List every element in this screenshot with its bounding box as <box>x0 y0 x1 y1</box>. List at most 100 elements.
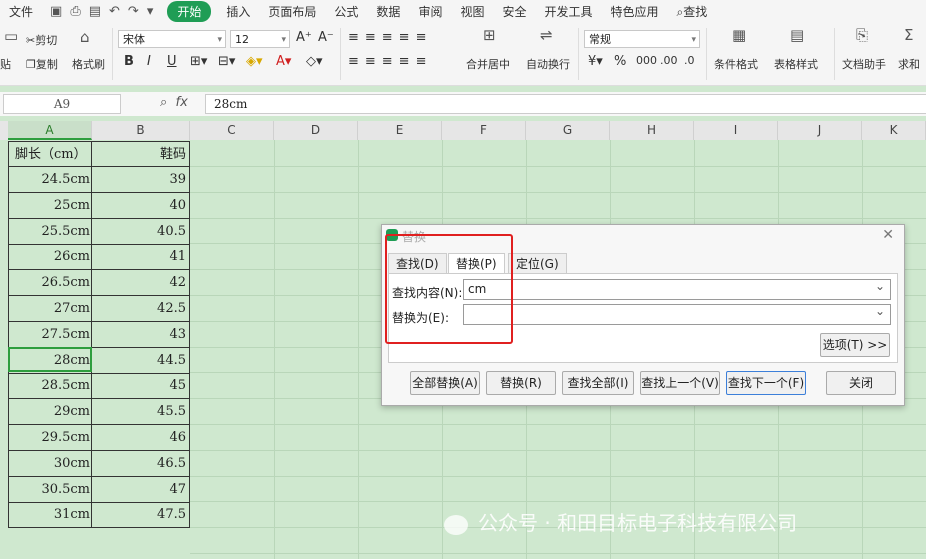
save-icon[interactable]: ▣ <box>50 4 62 19</box>
table-cell-a[interactable]: 30.5cm <box>8 477 92 503</box>
table-cell-a[interactable]: 30cm <box>8 451 92 477</box>
clear-format-icon[interactable]: ◇▾ <box>306 54 323 69</box>
replace-button[interactable]: 替换(R) <box>486 371 556 395</box>
find-input[interactable]: cm <box>463 277 891 300</box>
fill-color-icon[interactable]: ◈▾ <box>246 54 263 69</box>
decimal-decrease-icon[interactable]: .0 <box>684 54 695 67</box>
merge-icon[interactable]: ⊟▾ <box>218 54 235 69</box>
col-header-f[interactable]: F <box>442 121 526 140</box>
vertical-align-icons[interactable]: ≡≡≡≡≡ <box>348 30 432 45</box>
find-all-button[interactable]: 查找全部(I) <box>562 371 634 395</box>
header-cell-a[interactable]: 脚长（cm） <box>8 141 92 167</box>
table-cell-b[interactable]: 47 <box>92 477 190 503</box>
tab-goto[interactable]: 定位(G) <box>508 253 567 274</box>
doc-assistant-button[interactable]: 文档助手 <box>842 56 886 72</box>
currency-icon[interactable]: ¥▾ <box>588 54 603 69</box>
wrap-text-icon[interactable]: ⇌ <box>540 26 553 44</box>
formula-input[interactable]: 28cm <box>205 94 926 114</box>
thousands-icon[interactable]: 000 <box>636 54 657 67</box>
fx-icon[interactable]: fx <box>176 95 188 110</box>
format-painter-icon[interactable]: ⌂ <box>80 28 90 46</box>
find-next-button[interactable]: 查找下一个(F) <box>726 371 806 395</box>
conditional-format-icon[interactable]: ▦ <box>732 26 746 44</box>
table-cell-b[interactable]: 44.5 <box>92 348 190 374</box>
col-header-k[interactable]: K <box>862 121 926 140</box>
table-cell-a[interactable]: 25.5cm <box>8 219 92 245</box>
close-icon[interactable]: ✕ <box>882 227 894 243</box>
table-cell-b[interactable]: 41 <box>92 244 190 270</box>
undo-icon[interactable]: ↶ <box>109 4 120 19</box>
tab-data[interactable]: 数据 <box>367 3 409 20</box>
table-cell-b[interactable]: 39 <box>92 167 190 193</box>
table-cell-b[interactable]: 43 <box>92 322 190 348</box>
table-cell-b[interactable]: 45 <box>92 373 190 399</box>
col-header-i[interactable]: I <box>694 121 778 140</box>
table-cell-a[interactable]: 27.5cm <box>8 322 92 348</box>
paste-icon[interactable]: ▭ <box>4 27 18 45</box>
cut-button[interactable]: ✂剪切 <box>26 32 57 48</box>
table-style-icon[interactable]: ▤ <box>790 26 804 44</box>
tab-view[interactable]: 视图 <box>451 3 493 20</box>
table-cell-a[interactable]: 29cm <box>8 399 92 425</box>
underline-button[interactable]: U <box>167 54 177 69</box>
table-cell-a[interactable]: 28.5cm <box>8 373 92 399</box>
col-header-g[interactable]: G <box>526 121 610 140</box>
table-cell-a[interactable]: 24.5cm <box>8 167 92 193</box>
table-cell-b[interactable]: 40.5 <box>92 219 190 245</box>
tab-home[interactable]: 开始 <box>167 0 212 22</box>
menu-search[interactable]: ⌕查找 <box>668 3 717 20</box>
decimal-increase-icon[interactable]: .00 <box>660 54 678 67</box>
tab-security[interactable]: 安全 <box>493 3 535 20</box>
table-cell-a[interactable]: 25cm <box>8 193 92 219</box>
col-header-j[interactable]: J <box>778 121 862 140</box>
italic-button[interactable]: I <box>147 54 151 69</box>
conditional-format-button[interactable]: 条件格式 <box>714 56 758 72</box>
sum-icon[interactable]: Σ <box>904 26 913 44</box>
select-all-corner[interactable] <box>0 121 8 140</box>
table-cell-b[interactable]: 47.5 <box>92 502 190 528</box>
col-header-c[interactable]: C <box>190 121 274 140</box>
table-cell-a[interactable]: 29.5cm <box>8 425 92 451</box>
more-icon[interactable]: ▾ <box>147 4 154 19</box>
tab-insert[interactable]: 插入 <box>217 3 259 20</box>
col-header-b[interactable]: B <box>92 121 190 140</box>
table-cell-b[interactable]: 45.5 <box>92 399 190 425</box>
bold-button[interactable]: B <box>124 54 134 69</box>
copy-button[interactable]: ❐复制 <box>26 56 58 72</box>
font-color-icon[interactable]: A▾ <box>276 54 291 69</box>
tab-page-layout[interactable]: 页面布局 <box>259 3 325 20</box>
print-preview-icon[interactable]: ⎙ <box>70 4 80 19</box>
table-cell-a[interactable]: 26cm <box>8 244 92 270</box>
table-cell-b[interactable]: 42.5 <box>92 296 190 322</box>
percent-icon[interactable]: % <box>614 54 626 69</box>
close-button[interactable]: 关闭 <box>826 371 896 395</box>
wrap-text-button[interactable]: 自动换行 <box>526 56 570 72</box>
table-cell-b[interactable]: 46 <box>92 425 190 451</box>
border-icon[interactable]: ⊞▾ <box>190 54 207 69</box>
zoom-icon[interactable]: ⌕ <box>160 95 167 110</box>
col-header-d[interactable]: D <box>274 121 358 140</box>
col-header-e[interactable]: E <box>358 121 442 140</box>
merge-center-icon[interactable]: ⊞ <box>483 26 496 44</box>
decrease-font-icon[interactable]: A⁻ <box>318 30 334 45</box>
active-cell[interactable] <box>8 347 92 372</box>
menu-file[interactable]: 文件 <box>0 3 42 20</box>
name-box[interactable]: A9 <box>3 94 121 114</box>
header-cell-b[interactable]: 鞋码 <box>92 141 190 167</box>
table-cell-b[interactable]: 46.5 <box>92 451 190 477</box>
doc-assistant-icon[interactable]: ⎘ <box>856 26 868 44</box>
replace-input[interactable] <box>463 302 891 325</box>
options-button[interactable]: 选项(T) >> <box>820 333 890 357</box>
horizontal-align-icons[interactable]: ≡≡≡≡≡ <box>348 54 432 69</box>
table-cell-b[interactable]: 40 <box>92 193 190 219</box>
col-header-h[interactable]: H <box>610 121 694 140</box>
table-cell-a[interactable]: 26.5cm <box>8 270 92 296</box>
sum-button[interactable]: 求和 <box>898 56 920 72</box>
tab-review[interactable]: 审阅 <box>409 3 451 20</box>
font-size-select[interactable]: 12 <box>230 30 290 49</box>
table-cell-b[interactable]: 42 <box>92 270 190 296</box>
paste-button[interactable]: 贴 <box>0 56 11 72</box>
find-previous-button[interactable]: 查找上一个(V) <box>640 371 720 395</box>
tab-developer[interactable]: 开发工具 <box>535 3 601 20</box>
merge-center-button[interactable]: 合并居中 <box>466 56 510 72</box>
